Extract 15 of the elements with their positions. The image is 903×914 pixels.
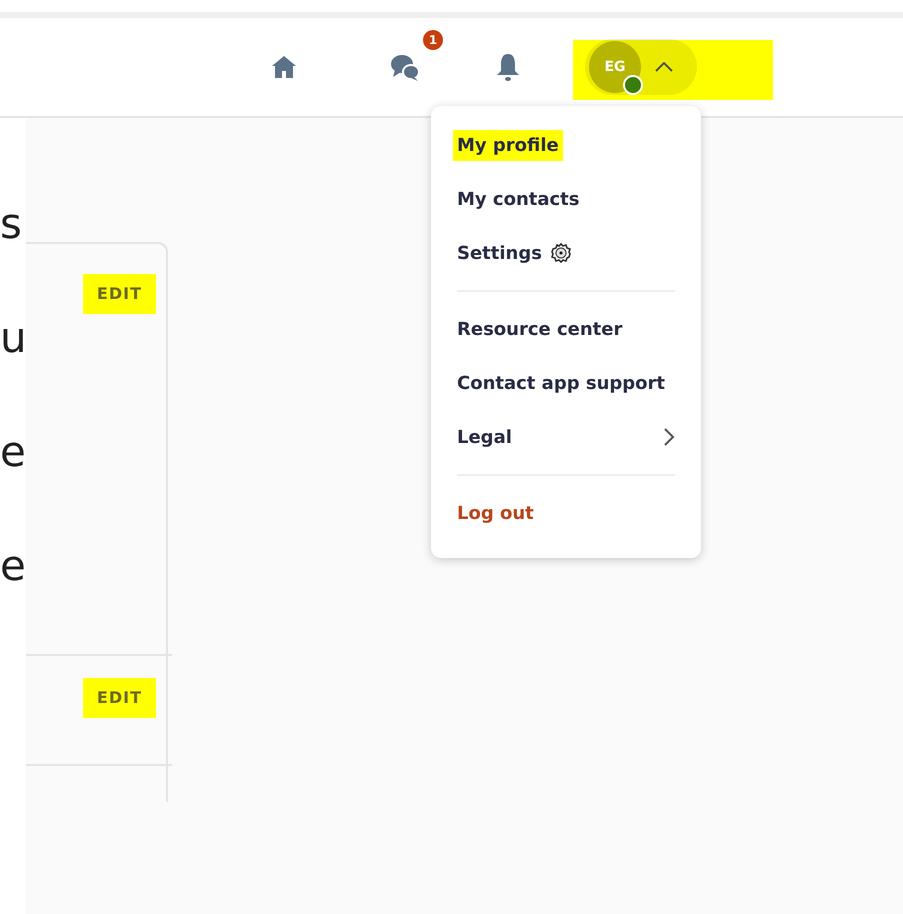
menu-item[interactable]: Settings	[457, 226, 675, 280]
logout-menu-item[interactable]: Log out	[457, 486, 675, 540]
cut-off-text: s	[0, 203, 23, 245]
menu-item[interactable]: My contacts	[457, 172, 675, 226]
cut-off-text: u	[0, 317, 26, 359]
cut-off-text: e	[0, 431, 26, 473]
edit-button[interactable]: EDIT	[82, 678, 156, 718]
notification-badge: 1	[423, 30, 443, 50]
chevron-right-icon	[663, 427, 675, 447]
gear-icon	[550, 242, 572, 264]
edit-button[interactable]: EDIT	[82, 274, 156, 314]
menu-item[interactable]: Contact app support	[457, 356, 675, 410]
menu-item[interactable]: Resource center	[457, 302, 675, 356]
cut-off-text: e	[0, 545, 26, 587]
menu-item[interactable]: Legal	[457, 410, 675, 464]
